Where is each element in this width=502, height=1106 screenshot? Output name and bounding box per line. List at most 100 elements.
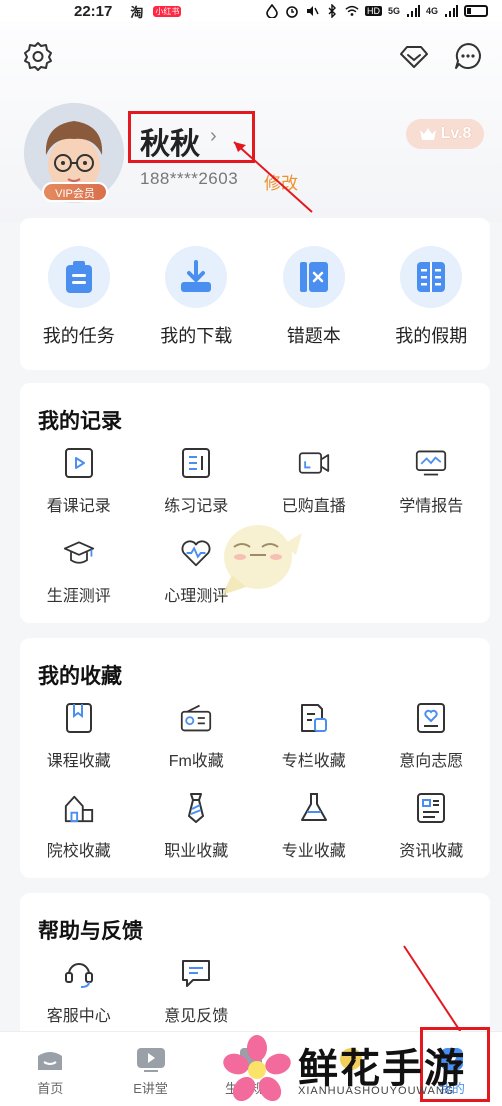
fav-item-fm[interactable]: Fm收藏 <box>138 702 256 792</box>
vip-badge[interactable]: VIP会员 <box>42 182 108 202</box>
quick-label-wrong-book: 错题本 <box>286 326 341 346</box>
watermark-subtext: XIANHUASHOUYOUWANG <box>298 1085 455 1097</box>
holiday-book-icon <box>417 262 446 292</box>
heart-pulse-icon <box>181 540 211 567</box>
fav-label: 专栏收藏 <box>281 753 346 770</box>
home-icon <box>38 1052 63 1070</box>
quick-icon-bg <box>400 246 463 308</box>
message-chat-icon[interactable] <box>452 40 484 72</box>
heart-card-icon <box>417 703 446 733</box>
fav-item-news[interactable]: 资讯收藏 <box>373 792 491 882</box>
column-doc-icon <box>300 704 327 732</box>
quick-item-wrong-book[interactable]: 错题本 <box>264 246 364 348</box>
tab-lecture[interactable]: E讲堂 <box>100 1032 200 1106</box>
help-label: 客服中心 <box>46 1008 111 1025</box>
graduation-cap-icon <box>63 541 94 564</box>
fav-label: 课程收藏 <box>46 753 111 770</box>
flask-icon <box>300 793 327 821</box>
mute-icon <box>306 6 319 16</box>
quick-item-downloads[interactable]: 我的下载 <box>146 246 246 348</box>
signal-icon-2 <box>445 5 458 17</box>
tab-label: 首页 <box>37 1081 64 1096</box>
feedback-chat-icon <box>182 960 211 987</box>
crown-icon <box>419 128 436 140</box>
mascot-chick-icon <box>222 525 302 595</box>
level-badge[interactable]: Lv.8 <box>406 119 484 149</box>
practice-record-icon <box>182 448 211 478</box>
quick-label-holiday: 我的假期 <box>395 326 468 346</box>
download-icon <box>181 260 212 292</box>
tab-label: E讲堂 <box>133 1081 168 1096</box>
video-play-icon <box>136 1048 165 1072</box>
diamond-vip-icon[interactable] <box>398 40 430 72</box>
favorites-grid: 课程收藏 Fm收藏 专栏收藏 意向志愿 院校收藏 职业收藏 专业收藏 资讯收藏 <box>20 702 490 882</box>
location-icon <box>266 4 278 18</box>
battery-icon <box>464 5 488 17</box>
status-apps: 淘 小红书 <box>128 2 182 21</box>
record-item-courses[interactable]: 看课记录 <box>20 447 138 537</box>
app-xiaohongshu-icon: 小红书 <box>153 5 182 17</box>
wifi-icon <box>345 5 359 16</box>
headset-icon <box>64 963 93 988</box>
wrong-book-icon <box>299 262 328 292</box>
top-right-icons <box>398 40 484 72</box>
bluetooth-icon <box>328 4 336 18</box>
clipboard-icon <box>65 261 92 293</box>
fav-label: 意向志愿 <box>399 753 464 770</box>
fav-label: 专业收藏 <box>281 843 346 860</box>
fav-item-intent[interactable]: 意向志愿 <box>373 702 491 792</box>
settings-gear-icon[interactable] <box>22 40 54 72</box>
quick-actions-card: 我的任务 我的下载 错题本 我的假期 <box>20 218 490 370</box>
fav-item-career[interactable]: 职业收藏 <box>138 792 256 882</box>
fav-item-course[interactable]: 课程收藏 <box>20 702 138 792</box>
fav-item-column[interactable]: 专栏收藏 <box>255 702 373 792</box>
fav-label: 院校收藏 <box>46 843 111 860</box>
quick-icon-bg <box>165 246 228 308</box>
record-label: 看课记录 <box>46 498 111 515</box>
play-record-icon <box>64 448 93 478</box>
help-label: 意见反馈 <box>164 1008 229 1025</box>
records-title: 我的记录 <box>38 410 122 433</box>
record-item-career[interactable]: 生涯测评 <box>20 537 138 627</box>
course-bookmark-icon <box>65 703 92 733</box>
level-label: Lv.8 <box>440 125 472 142</box>
flower-logo-icon <box>223 1035 291 1102</box>
report-monitor-icon <box>416 450 447 476</box>
news-card-icon <box>417 793 446 823</box>
fav-item-major[interactable]: 专业收藏 <box>255 792 373 882</box>
signal-icon <box>406 5 420 17</box>
quick-item-tasks[interactable]: 我的任务 <box>29 246 129 348</box>
favorites-card: 我的收藏 课程收藏 Fm收藏 专栏收藏 意向志愿 院校收藏 职业收藏 专业收藏 <box>20 638 490 878</box>
alarm-icon <box>286 6 298 18</box>
school-building-icon <box>64 795 93 823</box>
top-toolbar <box>22 40 484 72</box>
fav-label: 职业收藏 <box>164 843 229 860</box>
quick-label-tasks: 我的任务 <box>42 326 115 346</box>
live-camera-icon <box>298 452 329 474</box>
watermark: 鲜花手游网 XIANHUASHOUYOUWANG <box>222 1030 502 1106</box>
record-label: 生涯测评 <box>46 588 111 605</box>
phone-number: 188****2603 <box>140 169 239 188</box>
status-right: HD 5G 4G <box>265 4 488 18</box>
status-time: 22:17 <box>74 2 113 20</box>
favorites-title: 我的收藏 <box>38 665 122 688</box>
quick-label-downloads: 我的下载 <box>160 326 233 346</box>
record-item-report[interactable]: 学情报告 <box>373 447 491 537</box>
quick-icon-bg <box>47 246 110 308</box>
record-label: 学情报告 <box>399 498 464 515</box>
radio-icon <box>181 704 212 732</box>
tie-icon <box>188 793 205 823</box>
network-5g: 5G <box>387 6 400 16</box>
tab-home[interactable]: 首页 <box>0 1032 100 1106</box>
status-bar: 22:17 淘 小红书 HD 5G 4G <box>0 0 502 22</box>
quick-item-holiday[interactable]: 我的假期 <box>381 246 481 348</box>
fav-item-school[interactable]: 院校收藏 <box>20 792 138 882</box>
app-taobao-icon: 淘 <box>130 4 144 20</box>
hd-badge: HD <box>364 6 382 16</box>
quick-icon-bg <box>282 246 345 308</box>
fav-label: Fm收藏 <box>168 753 224 770</box>
annotation-arrow-name <box>233 141 313 213</box>
fav-label: 资讯收藏 <box>399 843 464 860</box>
help-title: 帮助与反馈 <box>38 920 143 943</box>
network-4g: 4G <box>425 6 438 16</box>
